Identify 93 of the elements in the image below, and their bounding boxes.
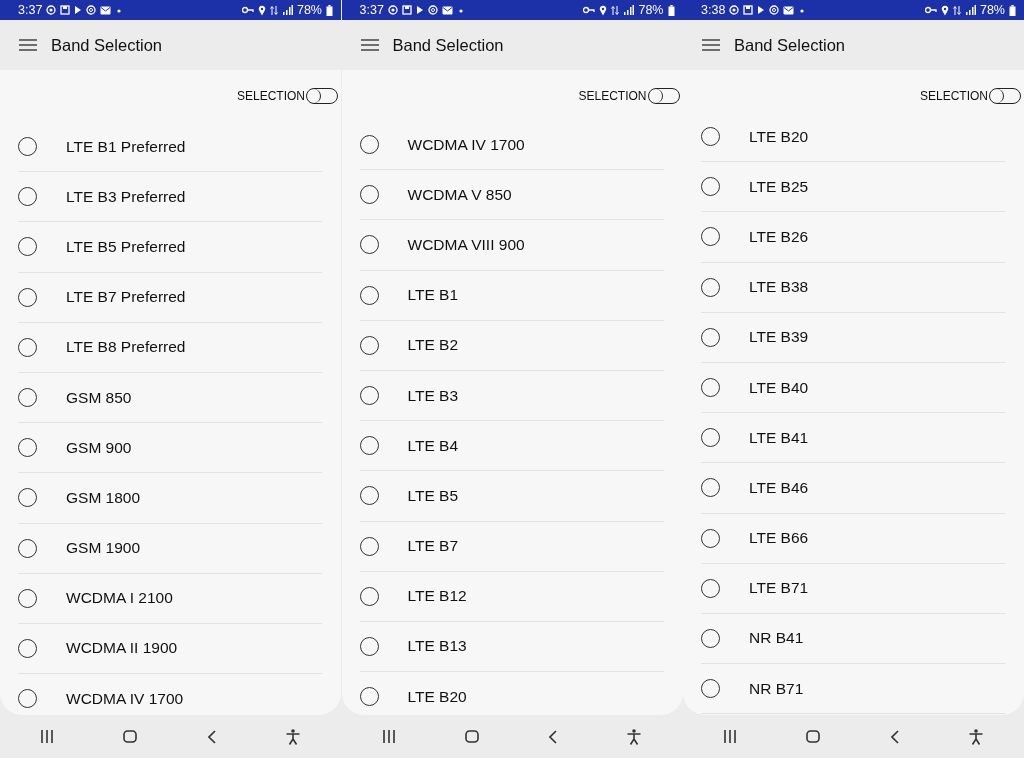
save-icon <box>60 5 71 15</box>
band-label: LTE B3 Preferred <box>66 187 186 206</box>
app-title: Band Selection <box>51 35 162 55</box>
band-label: LTE B12 <box>407 587 467 606</box>
home-icon[interactable] <box>806 730 821 743</box>
battery-percent: 78% <box>979 3 1005 17</box>
menu-icon[interactable] <box>19 39 37 51</box>
band-label: LTE B8 Preferred <box>66 338 186 357</box>
band-label: LTE B5 <box>407 486 459 505</box>
clock: 3:37 <box>359 3 384 17</box>
location-pin-icon <box>940 4 949 16</box>
battery-icon <box>667 4 675 16</box>
location-pin-icon <box>599 4 608 16</box>
save-icon <box>401 5 412 15</box>
band-label: LTE B26 <box>749 227 809 246</box>
band-label: LTE B4 <box>407 436 459 455</box>
app-title: Band Selection <box>734 35 845 55</box>
band-label: WCDMA VIII 900 <box>407 235 525 254</box>
clock: 3:37 <box>18 3 43 17</box>
band-label: WCDMA I 2100 <box>66 589 173 608</box>
play-icon <box>74 5 83 15</box>
band-label: LTE B38 <box>749 278 809 297</box>
selection-label: SELECTION <box>578 89 647 103</box>
band-label: GSM 900 <box>66 438 132 457</box>
key-icon <box>241 6 254 14</box>
accessibility-icon[interactable] <box>968 728 983 745</box>
selection-toggle[interactable] <box>647 88 680 104</box>
app-title: Band Selection <box>392 35 504 55</box>
band-label: WCDMA IV 1700 <box>66 689 184 708</box>
band-label: GSM 1900 <box>66 539 141 558</box>
selection-toggle[interactable] <box>989 88 1021 104</box>
selection-label: SELECTION <box>920 89 988 103</box>
play-icon <box>415 5 424 15</box>
mail-icon <box>783 5 795 15</box>
battery-icon <box>1009 4 1016 16</box>
band-label: LTE B7 <box>407 537 459 556</box>
band-label: NR B41 <box>749 629 804 648</box>
recent-apps-icon[interactable] <box>382 730 395 743</box>
signal-icon <box>964 5 976 15</box>
recent-apps-icon[interactable] <box>724 730 737 743</box>
menu-icon[interactable] <box>702 39 720 51</box>
band-label: LTE B1 <box>407 286 459 305</box>
save-icon <box>743 5 754 15</box>
back-icon[interactable] <box>549 729 558 744</box>
data-arrows-icon <box>611 4 620 16</box>
band-label: LTE B1 Preferred <box>66 137 186 156</box>
play-icon <box>757 5 766 15</box>
band-label: LTE B46 <box>749 478 809 497</box>
band-label: LTE B41 <box>749 428 809 447</box>
band-label: LTE B71 <box>749 579 809 598</box>
band-label: LTE B5 Preferred <box>66 237 186 256</box>
battery-icon <box>326 4 333 16</box>
accessibility-icon[interactable] <box>627 728 642 745</box>
data-arrows-icon <box>269 4 278 16</box>
home-icon[interactable] <box>123 730 138 743</box>
data-arrows-icon <box>952 4 961 16</box>
band-label: LTE B7 Preferred <box>66 288 186 307</box>
location-icon <box>46 5 57 15</box>
menu-icon[interactable] <box>360 39 379 51</box>
recent-apps-icon[interactable] <box>41 730 54 743</box>
location-icon <box>729 5 740 15</box>
band-label: LTE B20 <box>407 687 467 706</box>
key-icon <box>924 6 937 14</box>
selection-label: SELECTION <box>237 89 305 103</box>
location-icon <box>387 5 398 15</box>
band-label: LTE B25 <box>749 177 809 196</box>
back-icon[interactable] <box>207 729 216 744</box>
band-label: NR B71 <box>749 679 804 698</box>
band-label: LTE B40 <box>749 378 809 397</box>
home-icon[interactable] <box>464 730 479 743</box>
mail-icon <box>441 5 453 15</box>
band-label: LTE B39 <box>749 328 809 347</box>
signal-icon <box>623 5 635 15</box>
clock: 3:38 <box>701 3 726 17</box>
band-label: LTE B13 <box>407 637 467 656</box>
battery-percent: 78% <box>296 3 322 17</box>
key-icon <box>583 6 596 14</box>
band-label: GSM 850 <box>66 388 132 407</box>
selection-toggle[interactable] <box>306 88 338 104</box>
band-label: LTE B20 <box>749 127 809 146</box>
band-label: LTE B2 <box>407 336 459 355</box>
band-label: GSM 1800 <box>66 488 141 507</box>
battery-percent: 78% <box>638 3 664 17</box>
band-label: LTE B3 <box>407 386 459 405</box>
accessibility-icon[interactable] <box>285 728 300 745</box>
band-label: WCDMA IV 1700 <box>407 135 525 154</box>
band-label: WCDMA II 1900 <box>66 639 178 658</box>
band-label: LTE B66 <box>749 529 809 548</box>
back-icon[interactable] <box>890 729 899 744</box>
mail-icon <box>100 5 112 15</box>
location-pin-icon <box>257 4 266 16</box>
band-label: WCDMA V 850 <box>407 185 512 204</box>
signal-icon <box>281 5 293 15</box>
